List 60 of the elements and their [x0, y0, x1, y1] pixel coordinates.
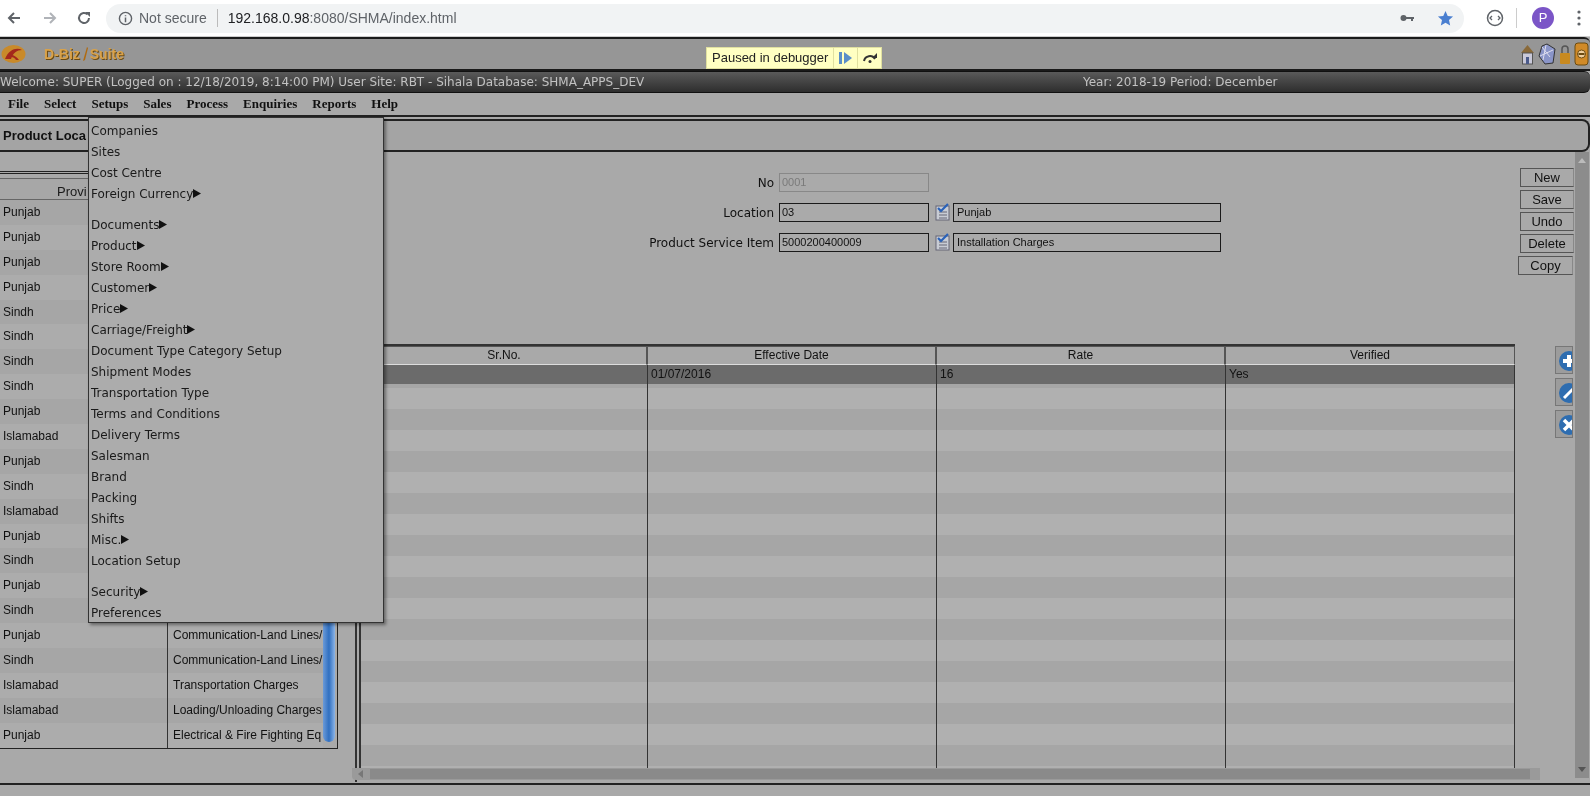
action-button[interactable]: Undo [1520, 212, 1574, 231]
input-field[interactable]: 5000200400009 [779, 232, 929, 252]
action-button[interactable]: Copy [1518, 256, 1573, 275]
play-icon [839, 52, 853, 64]
action-button[interactable]: Delete [1520, 234, 1574, 253]
menu-item[interactable]: Process [186, 94, 229, 114]
checklist-icon[interactable] [935, 203, 951, 221]
menu-icon[interactable] [1577, 10, 1581, 26]
menu-item[interactable]: Cost Centre [89, 162, 383, 183]
menu-item[interactable]: Reports [312, 94, 357, 114]
profile-avatar[interactable]: P [1532, 7, 1554, 29]
menu-item[interactable]: File [8, 94, 29, 114]
table-cell-text: Yes [1228, 366, 1250, 383]
menu-item[interactable]: Enquiries [243, 94, 298, 114]
edit-button[interactable] [1555, 378, 1573, 406]
menu-item[interactable]: Help [371, 94, 399, 114]
security-label: Not secure [139, 8, 207, 28]
menu-item[interactable]: Sales [143, 94, 172, 114]
home-icon[interactable] [1520, 43, 1535, 65]
column-header: Verified [1225, 346, 1515, 365]
column-header: Provi [57, 184, 87, 199]
exit-icon[interactable] [1574, 42, 1589, 66]
url-text: 192.168.0.98:8080/SHMA/index.html [227, 8, 457, 28]
field-label: Location [723, 206, 774, 220]
horizontal-scrollbar[interactable] [352, 768, 1540, 780]
back-icon[interactable] [6, 10, 22, 26]
input-field[interactable]: Punjab [953, 202, 1221, 222]
pen-icon [81, 46, 88, 62]
table-cell-text: 16 [939, 366, 955, 383]
logo-icon [1, 44, 26, 64]
field-label: No [757, 176, 774, 190]
period-text: Year: 2018-19 Period: December [1083, 74, 1278, 91]
extension-icon[interactable] [1486, 9, 1504, 27]
step-over-icon [861, 53, 878, 63]
remove-button[interactable] [1555, 410, 1573, 438]
info-icon[interactable] [118, 10, 133, 26]
address-bar[interactable]: Not secure 192.168.0.98:8080/SHMA/index.html [106, 3, 1464, 33]
logo-text: Suite [89, 44, 124, 64]
welcome-text: Welcome: SUPER (Logged on : 12/18/2019, 8:14:00 PM) User Site: RBT - Sihala Database: SHMA_APPS_DEV [0, 75, 645, 89]
star-icon[interactable] [1437, 9, 1454, 27]
input-field[interactable]: Installation Charges [953, 232, 1221, 252]
column-header: Effective Date [647, 346, 936, 365]
reload-icon[interactable] [76, 10, 92, 26]
page-title: Product Loca [3, 126, 87, 145]
logo-text: D-Biz [44, 44, 80, 64]
menu-item[interactable]: Select [43, 94, 77, 114]
field-label: Product Service Item [649, 236, 774, 250]
add-button[interactable] [1555, 346, 1573, 374]
checklist-icon[interactable] [935, 233, 951, 251]
menu-item[interactable]: Setups [91, 94, 129, 114]
action-button[interactable]: Save [1520, 190, 1574, 209]
action-button[interactable]: New [1520, 168, 1574, 187]
column-header: Rate [936, 346, 1225, 365]
input-field[interactable]: 03 [779, 202, 929, 222]
debugger-label: Paused in debugger [711, 49, 830, 68]
table-cell-text: 01/07/2016 [650, 366, 713, 383]
globe-icon[interactable] [1537, 43, 1557, 65]
menu-item[interactable]: Sites [89, 141, 383, 162]
table-cell: Sindh [0, 648, 168, 673]
menu-item[interactable]: Companies [89, 120, 383, 141]
